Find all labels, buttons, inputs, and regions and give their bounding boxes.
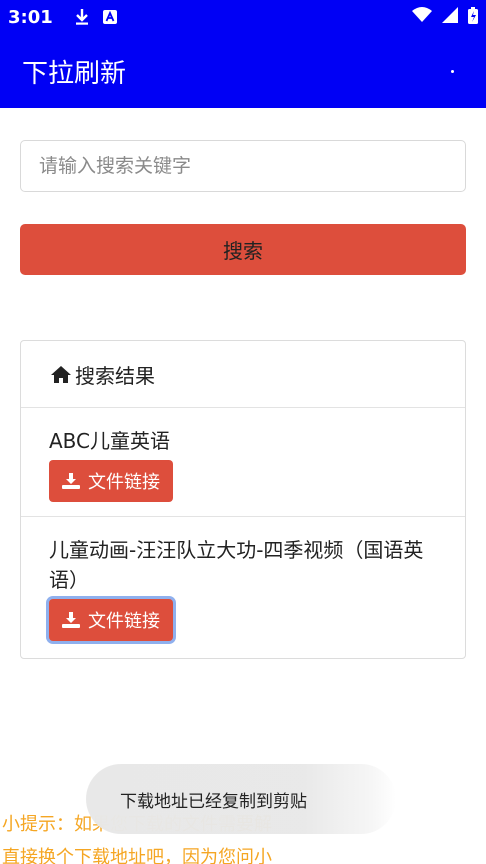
- search-input[interactable]: [20, 140, 466, 192]
- search-button[interactable]: 搜索: [20, 224, 466, 275]
- result-name: ABC儿童英语: [49, 429, 171, 453]
- toast-message: 下载地址已经复制到剪贴: [86, 764, 396, 834]
- result-name: 儿童动画-汪汪队立大功-四季视频（国语英语）: [49, 538, 424, 592]
- toast-text: 下载地址已经复制到剪贴: [120, 791, 307, 812]
- file-link-label: 文件链接: [88, 611, 160, 632]
- page-title: 下拉刷新: [22, 58, 127, 89]
- file-link-button[interactable]: 文件链接: [49, 599, 173, 641]
- battery-icon: [468, 6, 478, 28]
- download-icon: [62, 473, 80, 489]
- file-link-label: 文件链接: [88, 472, 160, 493]
- status-bar: 3:01: [0, 0, 486, 34]
- status-right-icons: [412, 6, 478, 28]
- file-link-button[interactable]: 文件链接: [49, 460, 173, 502]
- results-header: 搜索结果: [21, 341, 465, 408]
- wifi-icon: [412, 7, 432, 27]
- list-item: 儿童动画-汪汪队立大功-四季视频（国语英语） 文件链接: [21, 517, 465, 658]
- overflow-dot-icon[interactable]: [451, 69, 454, 73]
- a-badge-icon: [102, 10, 117, 24]
- results-title: 搜索结果: [75, 363, 155, 388]
- signal-icon: [442, 7, 458, 27]
- results-panel: 搜索结果 ABC儿童英语 文件链接 儿童动画-汪汪队立大功-四季视频（国语英语）…: [20, 340, 466, 659]
- list-item: ABC儿童英语 文件链接: [21, 408, 465, 517]
- home-icon: [51, 365, 71, 383]
- tip-line-2: 直接换个下载地址吧，因为您问小: [2, 847, 272, 864]
- download-icon: [62, 612, 80, 628]
- download-icon: [75, 9, 89, 25]
- status-time: 3:01: [8, 6, 53, 28]
- app-bar: 下拉刷新: [0, 34, 486, 108]
